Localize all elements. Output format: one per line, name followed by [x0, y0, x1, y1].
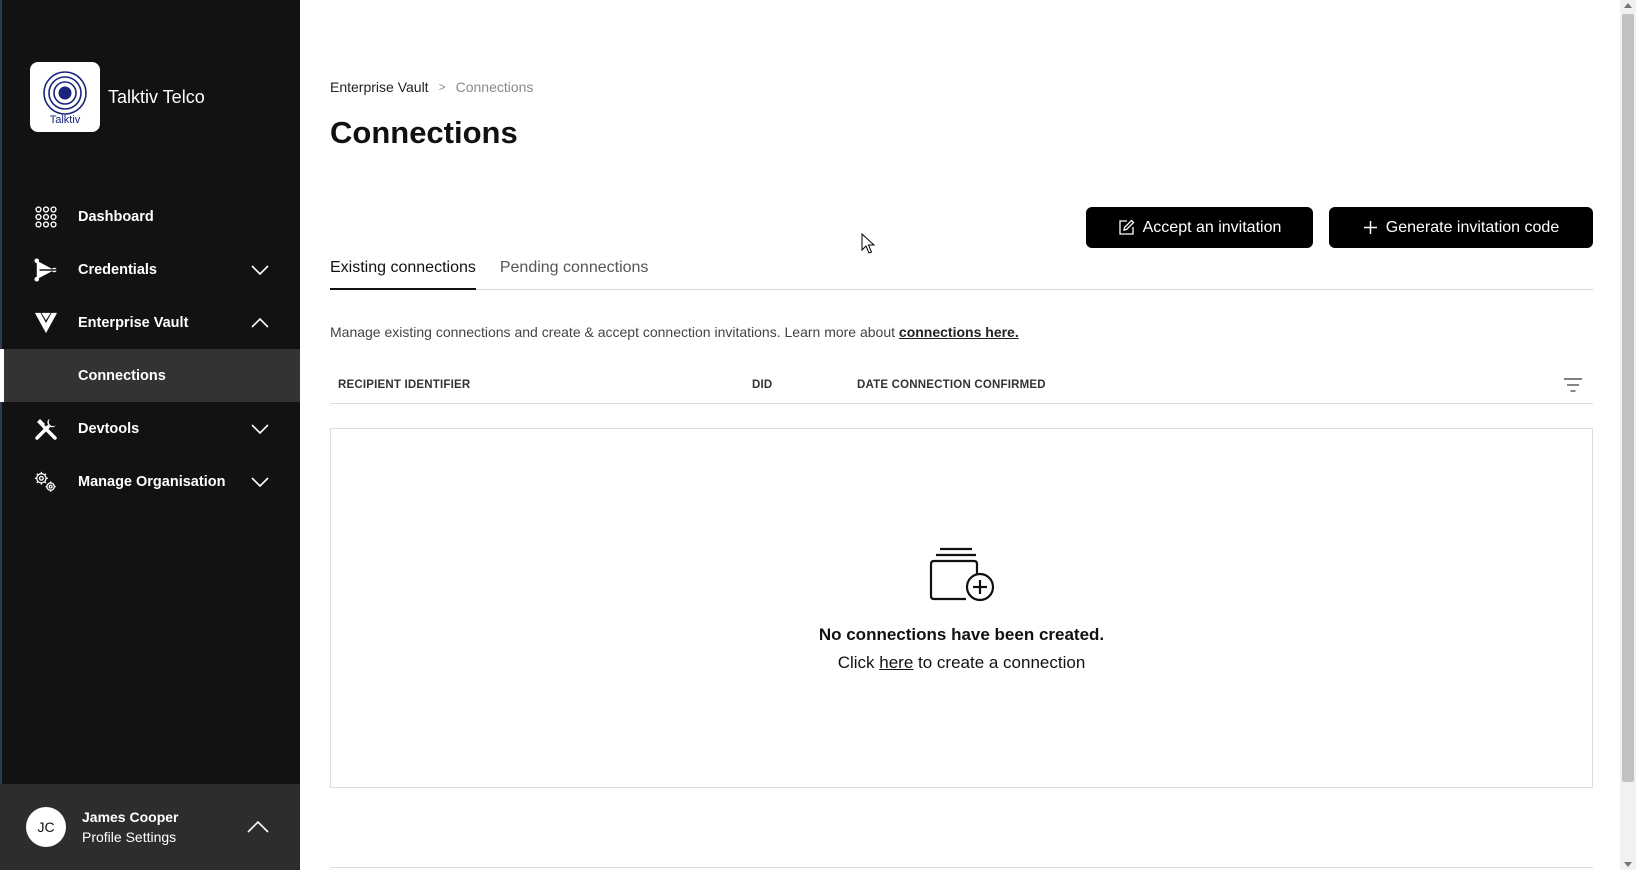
plus-icon: [1363, 221, 1377, 234]
breadcrumb-separator: >: [438, 80, 446, 94]
main-content: Enterprise Vault > Connections Connectio…: [300, 0, 1620, 870]
profile-section[interactable]: JC James Cooper Profile Settings: [0, 784, 300, 870]
sidebar-item-connections[interactable]: Connections: [0, 349, 300, 402]
org-logo: Talktiv: [30, 62, 100, 132]
chevron-down-icon[interactable]: [250, 260, 270, 280]
divider: [330, 867, 1593, 868]
breadcrumb-current: Connections: [455, 79, 534, 95]
sidebar-item-devtools[interactable]: Devtools: [0, 402, 300, 455]
talktiv-logo-icon: [43, 71, 87, 115]
sidebar-item-label: Enterprise Vault: [78, 314, 189, 331]
sidebar-item-credentials[interactable]: Credentials: [0, 243, 300, 296]
connection-tabs: Existing connections Pending connections: [330, 250, 1593, 290]
page-description: Manage existing connections and create &…: [330, 324, 1019, 340]
chevron-up-icon[interactable]: [246, 817, 270, 837]
empty-state-title: No connections have been created.: [818, 625, 1105, 644]
chevron-down-icon[interactable]: [250, 419, 270, 439]
avatar: JC: [26, 807, 66, 847]
grid-icon: [34, 205, 58, 229]
org-header[interactable]: Talktiv Talktiv Telco: [30, 62, 205, 132]
credential-icon: [34, 257, 58, 282]
empty-state: No connections have been created. Click …: [330, 428, 1593, 788]
generate-invitation-label: Generate invitation code: [1385, 218, 1560, 236]
mouse-cursor-icon: [861, 233, 875, 254]
gears-icon: [34, 470, 58, 494]
tab-existing-connections[interactable]: Existing connections: [330, 250, 476, 290]
filter-icon[interactable]: [1563, 376, 1583, 394]
tools-icon: [34, 417, 58, 441]
sidebar-item-label: Devtools: [78, 420, 140, 437]
column-header-recipient-identifier[interactable]: RECIPIENT IDENTIFIER: [338, 379, 470, 391]
profile-settings-link[interactable]: Profile Settings: [82, 829, 178, 845]
folder-add-icon: [929, 547, 995, 602]
table-header: RECIPIENT IDENTIFIER DID DATE CONNECTION…: [330, 365, 1593, 404]
connections-learn-more-link[interactable]: connections here.: [899, 324, 1019, 340]
accept-invitation-label: Accept an invitation: [1142, 218, 1282, 236]
vault-icon: [34, 311, 58, 335]
sidebar-item-manage-organisation[interactable]: Manage Organisation: [0, 455, 300, 508]
create-connection-link[interactable]: here: [879, 653, 913, 672]
column-header-did[interactable]: DID: [752, 379, 772, 391]
empty-state-prefix: Click: [837, 653, 880, 672]
sidebar: Talktiv Talktiv Telco Dashboard Credenti…: [0, 0, 300, 870]
sidebar-item-label: Credentials: [78, 261, 157, 278]
generate-invitation-button[interactable]: Generate invitation code: [1329, 207, 1593, 248]
chevron-down-icon[interactable]: [250, 472, 270, 492]
org-name: Talktiv Telco: [108, 86, 205, 107]
logo-text: Talktiv: [49, 114, 81, 126]
column-header-date-confirmed[interactable]: DATE CONNECTION CONFIRMED: [857, 379, 1046, 391]
scroll-down-arrow-icon[interactable]: [1624, 862, 1632, 867]
page-scrollbar[interactable]: [1620, 0, 1636, 870]
accept-invitation-button[interactable]: Accept an invitation: [1086, 207, 1313, 248]
sidebar-nav: Dashboard Credentials Enterprise Vault C…: [0, 190, 300, 508]
sidebar-item-enterprise-vault[interactable]: Enterprise Vault: [0, 296, 300, 349]
breadcrumb: Enterprise Vault > Connections: [330, 79, 533, 95]
empty-state-suffix: to create a connection: [913, 653, 1086, 672]
profile-name: James Cooper: [82, 809, 179, 825]
edit-icon: [1118, 219, 1135, 235]
sidebar-item-dashboard[interactable]: Dashboard: [0, 190, 300, 243]
sidebar-item-label: Manage Organisation: [78, 473, 226, 490]
sidebar-item-label: Dashboard: [78, 208, 154, 225]
sidebar-item-label: Connections: [78, 367, 166, 384]
empty-state-subtitle: Click here to create a connection: [331, 653, 1592, 673]
tab-pending-connections[interactable]: Pending connections: [500, 250, 649, 290]
scrollbar-thumb[interactable]: [1622, 14, 1634, 782]
description-text: Manage existing connections and create &…: [330, 324, 899, 340]
page-title: Connections: [330, 115, 518, 150]
chevron-up-icon[interactable]: [250, 313, 270, 333]
breadcrumb-enterprise-vault[interactable]: Enterprise Vault: [330, 79, 429, 95]
profile-info: James Cooper Profile Settings: [82, 809, 178, 845]
scroll-up-arrow-icon[interactable]: [1624, 3, 1632, 8]
